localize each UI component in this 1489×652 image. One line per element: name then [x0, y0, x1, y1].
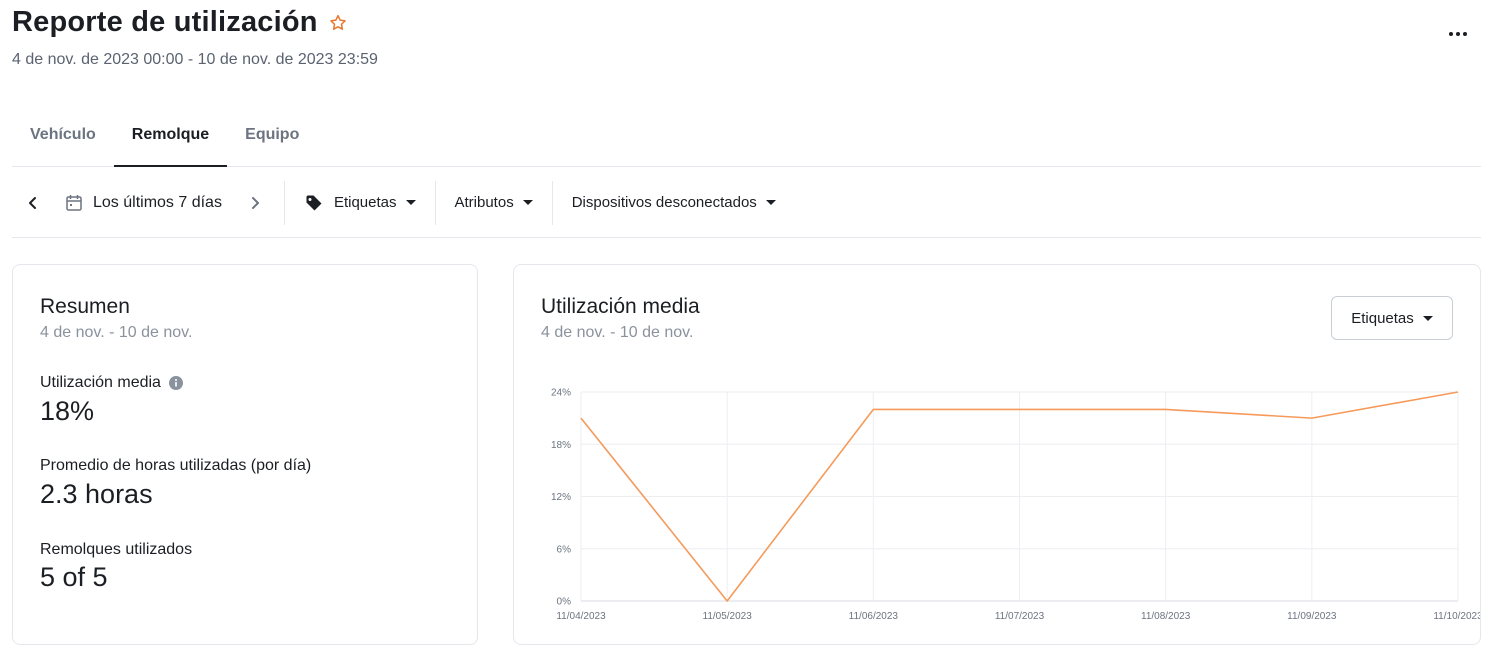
x-tick-label: 11/08/2023 [1141, 611, 1191, 622]
disconnected-devices-filter[interactable]: Dispositivos desconectados [553, 181, 795, 225]
metric-label: Remolques utilizados [40, 541, 193, 558]
tag-icon [305, 194, 323, 212]
tab-bar: Vehículo Remolque Equipo [12, 104, 1481, 167]
info-icon[interactable] [168, 376, 183, 390]
page-header: Reporte de utilización 4 de nov. de 2023… [12, 6, 378, 69]
attributes-filter[interactable]: Atributos [436, 181, 552, 225]
title-row: Reporte de utilización [12, 6, 378, 39]
caret-down-icon [765, 200, 776, 205]
summary-title: Resumen [40, 295, 130, 318]
attributes-filter-label[interactable]: Atributos [455, 194, 514, 211]
caret-down-icon [405, 200, 416, 205]
y-tick-label: 6% [557, 544, 572, 555]
x-tick-label: 11/07/2023 [995, 611, 1045, 622]
metric-value: 2.3 horas [40, 479, 153, 509]
tab-remolque[interactable]: Remolque [113, 104, 228, 167]
more-options-icon[interactable] [1449, 30, 1467, 38]
metric-label: Promedio de horas utilizadas (por día) [40, 457, 312, 474]
summary-range: 4 de nov. - 10 de nov. [40, 324, 193, 341]
utilization-chart-card: Utilización media 4 de nov. - 10 de nov.… [513, 264, 1481, 645]
x-tick-label: 11/05/2023 [703, 611, 753, 622]
x-tick-label: 11/10/2023 [1433, 611, 1480, 622]
chevron-right-icon[interactable] [248, 196, 262, 210]
x-tick-label: 11/09/2023 [1287, 611, 1337, 622]
report-date-range: 4 de nov. de 2023 00:00 - 10 de nov. de … [12, 51, 378, 68]
y-tick-label: 12% [551, 492, 571, 503]
date-range-button[interactable]: Los últimos 7 días [93, 194, 222, 212]
x-tick-label: 11/06/2023 [849, 611, 899, 622]
filter-bar: Los últimos 7 días Etiquetas Atributos D… [12, 168, 1481, 238]
y-tick-label: 0% [557, 597, 572, 608]
y-tick-label: 18% [551, 440, 571, 451]
metric-value: 18% [40, 396, 95, 426]
disconnected-devices-label[interactable]: Dispositivos desconectados [572, 194, 757, 211]
star-icon[interactable] [328, 13, 348, 33]
metric-value: 5 of 5 [40, 562, 108, 592]
line-chart: 0% 6% 12% 18% 24% 11/04/2023 11/05/2023 11/06/2… [551, 388, 1480, 623]
chevron-left-icon[interactable] [26, 196, 40, 210]
calendar-icon [66, 194, 82, 211]
date-range-group: Los últimos 7 días [12, 181, 284, 225]
y-tick-label: 24% [551, 388, 571, 399]
summary-card: Resumen 4 de nov. - 10 de nov. Utilizaci… [12, 264, 478, 645]
caret-down-icon [522, 200, 533, 205]
x-tick-label: 11/04/2023 [556, 611, 606, 622]
tags-filter[interactable]: Etiquetas [285, 181, 435, 225]
tags-filter-label[interactable]: Etiquetas [334, 194, 397, 211]
metric-label: Utilización media [40, 374, 183, 392]
tab-vehiculo[interactable]: Vehículo [12, 104, 114, 166]
page-title: Reporte de utilización [12, 6, 318, 38]
metric-label-text: Utilización media [40, 374, 161, 391]
tab-equipo[interactable]: Equipo [227, 104, 317, 166]
